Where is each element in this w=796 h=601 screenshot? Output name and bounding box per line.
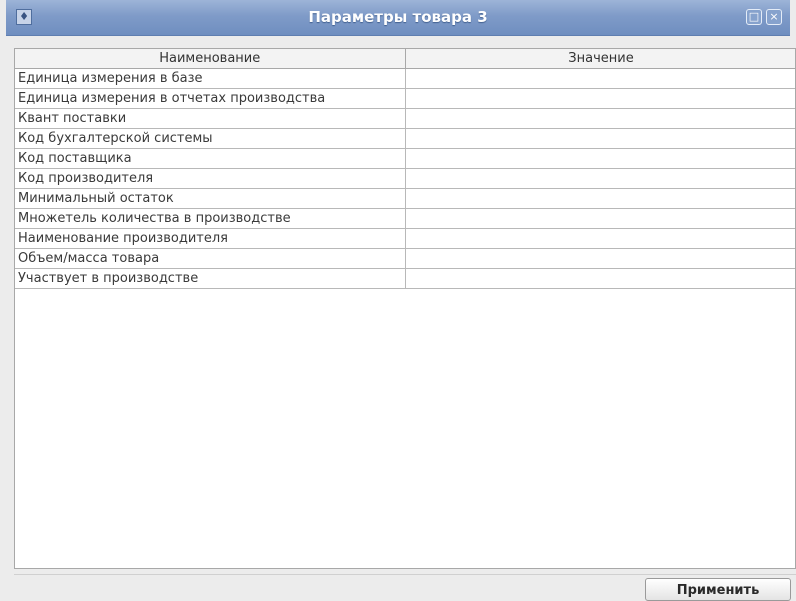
parameters-table: Наименование Значение Единица измерения … — [15, 49, 795, 289]
param-value-cell[interactable] — [405, 188, 795, 209]
param-value-cell[interactable] — [405, 208, 795, 229]
apply-button[interactable]: Применить — [645, 578, 791, 601]
param-value-cell[interactable] — [405, 108, 795, 129]
param-name-cell[interactable]: Единица измерения в отчетах производства — [15, 88, 406, 109]
title-bar[interactable]: ♦ Параметры товара 3 □ × — [6, 0, 790, 36]
param-name-cell[interactable]: Наименование производителя — [15, 228, 406, 249]
table-row[interactable]: Множетель количества в производстве — [15, 208, 795, 229]
parameters-table-area[interactable]: Наименование Значение Единица измерения … — [14, 48, 796, 569]
table-row[interactable]: Код производителя — [15, 168, 795, 189]
table-row[interactable]: Код бухгалтерской системы — [15, 128, 795, 149]
param-name-cell[interactable]: Объем/масса товара — [15, 248, 406, 269]
param-value-cell[interactable] — [405, 248, 795, 269]
param-name-cell[interactable]: Код бухгалтерской системы — [15, 128, 406, 149]
param-name-cell[interactable]: Код производителя — [15, 168, 406, 189]
param-name-cell[interactable]: Множетель количества в производстве — [15, 208, 406, 229]
maximize-icon[interactable]: □ — [746, 9, 762, 25]
table-row[interactable]: Квант поставки — [15, 108, 795, 129]
param-value-cell[interactable] — [405, 88, 795, 109]
param-name-cell[interactable]: Код поставщика — [15, 148, 406, 169]
param-name-cell[interactable]: Единица измерения в базе — [15, 68, 406, 89]
dialog-window: ♦ Параметры товара 3 □ × Наименование Зн… — [0, 0, 796, 601]
window-title: Параметры товара 3 — [308, 8, 488, 26]
table-row[interactable]: Код поставщика — [15, 148, 795, 169]
param-name-cell[interactable]: Участвует в производстве — [15, 268, 406, 289]
table-row[interactable]: Участвует в производстве — [15, 268, 795, 289]
table-row[interactable]: Наименование производителя — [15, 228, 795, 249]
param-name-cell[interactable]: Квант поставки — [15, 108, 406, 129]
param-value-cell[interactable] — [405, 268, 795, 289]
table-row[interactable]: Минимальный остаток — [15, 188, 795, 209]
param-value-cell[interactable] — [405, 148, 795, 169]
close-icon[interactable]: × — [766, 9, 782, 25]
param-name-cell[interactable]: Минимальный остаток — [15, 188, 406, 209]
column-header-name[interactable]: Наименование — [15, 49, 406, 69]
param-value-cell[interactable] — [405, 228, 795, 249]
table-header-row: Наименование Значение — [15, 49, 795, 69]
table-row[interactable]: Единица измерения в базе — [15, 68, 795, 89]
param-value-cell[interactable] — [405, 128, 795, 149]
param-value-cell[interactable] — [405, 68, 795, 89]
param-value-cell[interactable] — [405, 168, 795, 189]
column-header-value[interactable]: Значение — [405, 49, 795, 69]
footer-divider — [14, 574, 796, 575]
table-row[interactable]: Объем/масса товара — [15, 248, 795, 269]
table-row[interactable]: Единица измерения в отчетах производства — [15, 88, 795, 109]
